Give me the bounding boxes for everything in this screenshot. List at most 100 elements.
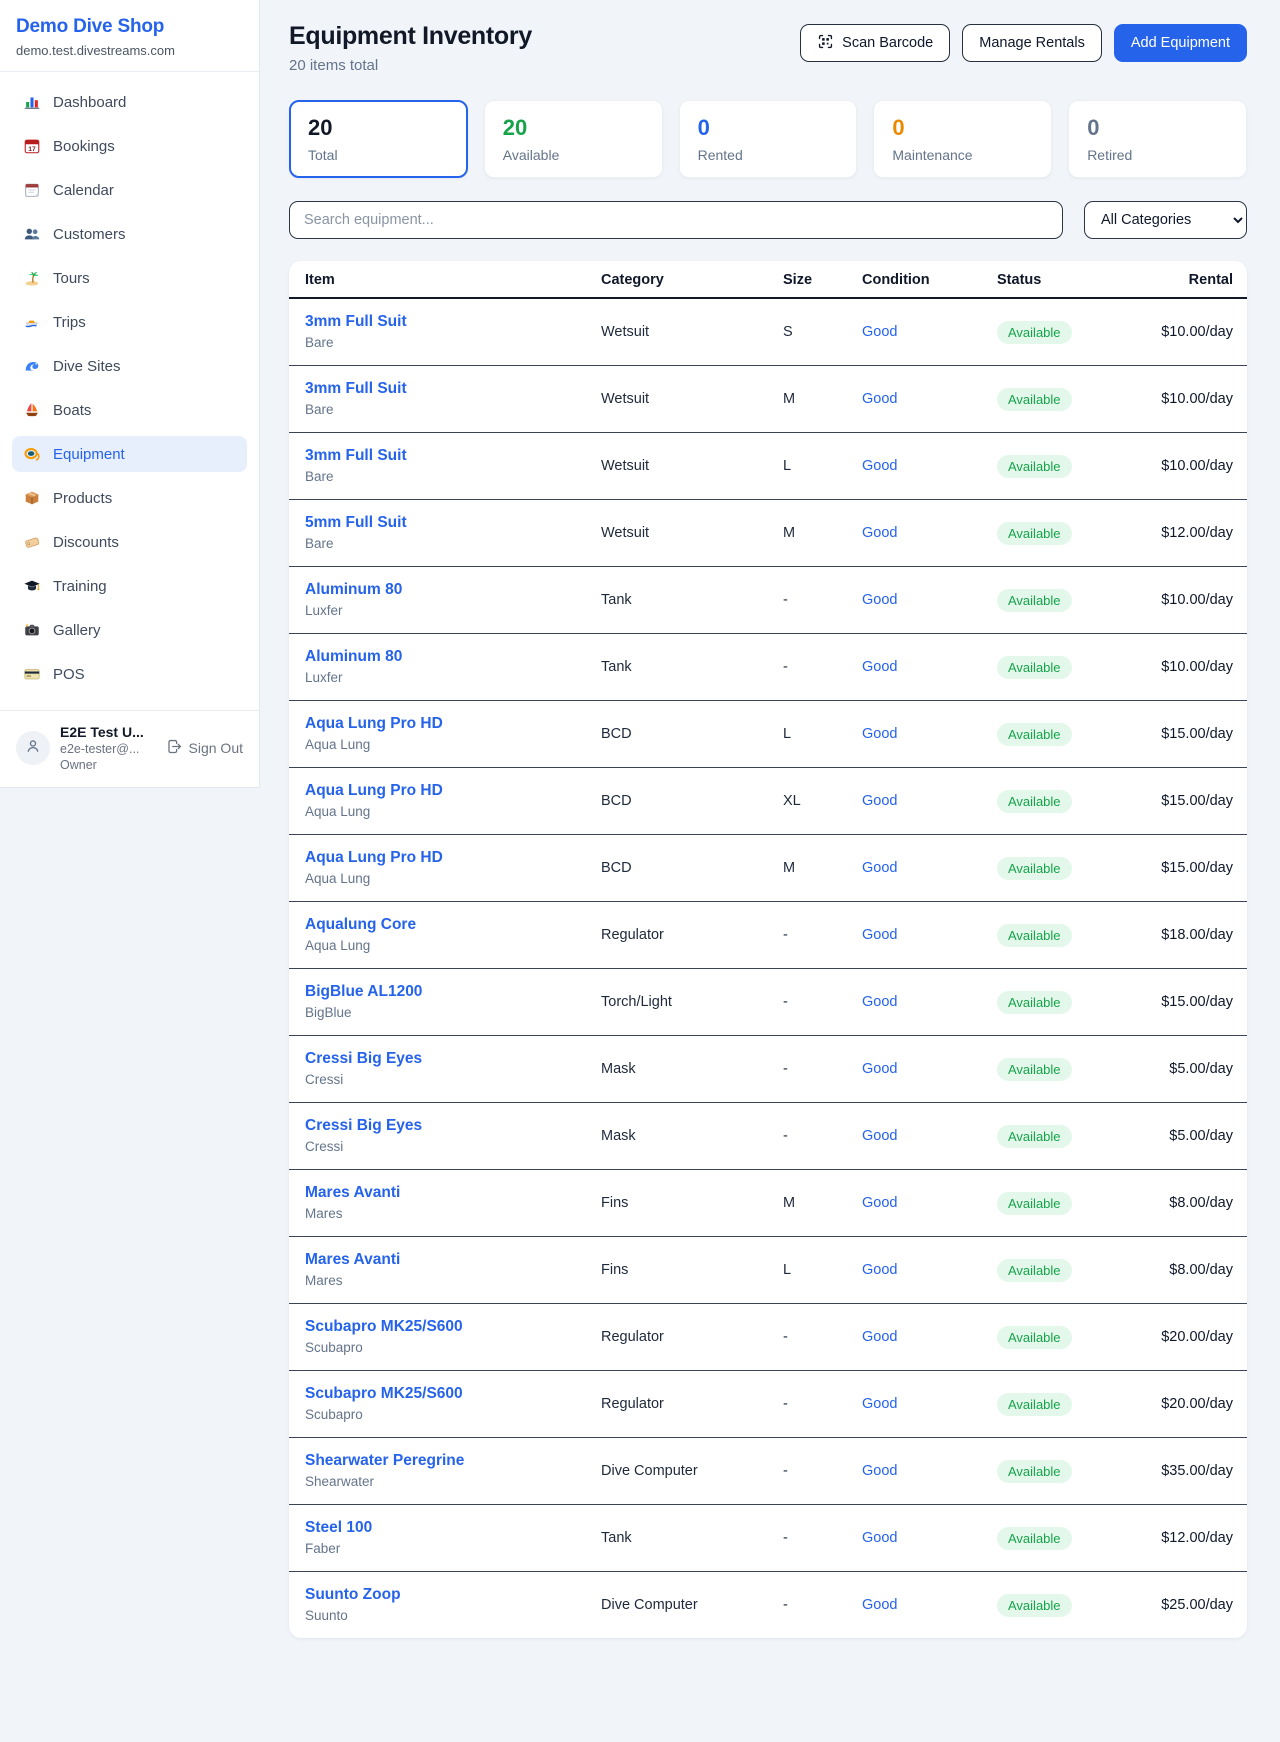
item-category: Dive Computer bbox=[585, 1438, 767, 1505]
stat-card-rented[interactable]: 0 Rented bbox=[679, 100, 858, 178]
item-name-link[interactable]: Aqua Lung Pro HD bbox=[305, 714, 569, 734]
col-status: Status bbox=[981, 261, 1117, 298]
sidebar-item-calendar[interactable]: Calendar bbox=[12, 172, 247, 208]
user-email: e2e-tester@... bbox=[60, 742, 156, 756]
item-name-link[interactable]: BigBlue AL1200 bbox=[305, 982, 569, 1002]
item-condition: Good bbox=[846, 768, 981, 835]
col-condition: Condition bbox=[846, 261, 981, 298]
item-brand: Bare bbox=[305, 468, 569, 486]
item-name-link[interactable]: 3mm Full Suit bbox=[305, 312, 569, 332]
scan-barcode-button[interactable]: Scan Barcode bbox=[800, 24, 950, 62]
sidebar-item-pos[interactable]: POS bbox=[12, 656, 247, 692]
item-name-link[interactable]: Aqualung Core bbox=[305, 915, 569, 935]
table-row: Cressi Big Eyes Cressi Mask - Good Avail… bbox=[289, 1036, 1247, 1103]
item-name-link[interactable]: Cressi Big Eyes bbox=[305, 1049, 569, 1069]
stat-value: 20 bbox=[503, 115, 644, 141]
stat-card-maintenance[interactable]: 0 Maintenance bbox=[873, 100, 1052, 178]
item-rental: $20.00/day bbox=[1117, 1371, 1247, 1438]
item-name-link[interactable]: Scubapro MK25/S600 bbox=[305, 1317, 569, 1337]
item-size: - bbox=[767, 1304, 846, 1371]
table-row: Aluminum 80 Luxfer Tank - Good Available… bbox=[289, 634, 1247, 701]
calendar-icon bbox=[22, 181, 41, 200]
sidebar-item-dashboard[interactable]: Dashboard bbox=[12, 84, 247, 120]
item-category: Dive Computer bbox=[585, 1572, 767, 1639]
item-category: Tank bbox=[585, 1505, 767, 1572]
sidebar-item-training[interactable]: Training bbox=[12, 568, 247, 604]
item-name-link[interactable]: Cressi Big Eyes bbox=[305, 1116, 569, 1136]
item-brand: Bare bbox=[305, 535, 569, 553]
item-brand: Bare bbox=[305, 401, 569, 419]
sidebar-item-products[interactable]: Products bbox=[12, 480, 247, 516]
sidebar-item-dive-sites[interactable]: Dive Sites bbox=[12, 348, 247, 384]
item-rental: $5.00/day bbox=[1117, 1036, 1247, 1103]
table-row: Aqua Lung Pro HD Aqua Lung BCD M Good Av… bbox=[289, 835, 1247, 902]
item-brand: Aqua Lung bbox=[305, 736, 569, 754]
stat-card-total[interactable]: 20 Total bbox=[289, 100, 468, 178]
filter-bar: All Categories bbox=[289, 201, 1247, 239]
item-brand: Mares bbox=[305, 1205, 569, 1223]
item-category: Wetsuit bbox=[585, 500, 767, 567]
status-badge: Available bbox=[997, 924, 1072, 947]
item-name-link[interactable]: Aqua Lung Pro HD bbox=[305, 781, 569, 801]
stat-card-retired[interactable]: 0 Retired bbox=[1068, 100, 1247, 178]
item-rental: $35.00/day bbox=[1117, 1438, 1247, 1505]
sidebar-item-bookings[interactable]: 17 Bookings bbox=[12, 128, 247, 164]
sidebar-item-label: Bookings bbox=[53, 138, 115, 155]
customers-icon bbox=[22, 225, 41, 244]
item-brand: Cressi bbox=[305, 1138, 569, 1156]
sidebar-item-equipment[interactable]: Equipment bbox=[12, 436, 247, 472]
item-category: Tank bbox=[585, 567, 767, 634]
item-name-link[interactable]: Aluminum 80 bbox=[305, 580, 569, 600]
item-category: Mask bbox=[585, 1103, 767, 1170]
item-name-link[interactable]: Mares Avanti bbox=[305, 1250, 569, 1270]
search-input[interactable] bbox=[289, 201, 1063, 239]
page-title-block: Equipment Inventory 20 items total bbox=[289, 22, 532, 74]
sidebar-item-trips[interactable]: Trips bbox=[12, 304, 247, 340]
category-select[interactable]: All Categories bbox=[1084, 201, 1247, 239]
sidebar-item-label: Dashboard bbox=[53, 94, 126, 111]
item-condition: Good bbox=[846, 433, 981, 500]
item-category: Tank bbox=[585, 634, 767, 701]
item-condition: Good bbox=[846, 1237, 981, 1304]
boats-icon bbox=[22, 401, 41, 420]
item-name-link[interactable]: 5mm Full Suit bbox=[305, 513, 569, 533]
item-name-link[interactable]: Mares Avanti bbox=[305, 1183, 569, 1203]
training-icon bbox=[22, 577, 41, 596]
table-row: Shearwater Peregrine Shearwater Dive Com… bbox=[289, 1438, 1247, 1505]
item-name-link[interactable]: Steel 100 bbox=[305, 1518, 569, 1538]
item-brand: Faber bbox=[305, 1540, 569, 1558]
item-rental: $15.00/day bbox=[1117, 969, 1247, 1036]
stat-card-available[interactable]: 20 Available bbox=[484, 100, 663, 178]
item-name-link[interactable]: Scubapro MK25/S600 bbox=[305, 1384, 569, 1404]
status-badge: Available bbox=[997, 1460, 1072, 1483]
manage-rentals-button[interactable]: Manage Rentals bbox=[962, 24, 1102, 62]
tours-icon bbox=[22, 269, 41, 288]
item-name-link[interactable]: Aqua Lung Pro HD bbox=[305, 848, 569, 868]
items-total: 20 items total bbox=[289, 57, 532, 74]
item-category: BCD bbox=[585, 835, 767, 902]
add-equipment-button[interactable]: Add Equipment bbox=[1114, 24, 1247, 62]
item-condition: Good bbox=[846, 1505, 981, 1572]
table-row: 3mm Full Suit Bare Wetsuit M Good Availa… bbox=[289, 366, 1247, 433]
sidebar-item-customers[interactable]: Customers bbox=[12, 216, 247, 252]
sign-out-button[interactable]: Sign Out bbox=[166, 738, 243, 758]
stat-label: Total bbox=[308, 147, 449, 163]
item-name-link[interactable]: 3mm Full Suit bbox=[305, 446, 569, 466]
item-name-link[interactable]: Shearwater Peregrine bbox=[305, 1451, 569, 1471]
item-name-link[interactable]: Suunto Zoop bbox=[305, 1585, 569, 1605]
item-category: BCD bbox=[585, 701, 767, 768]
sidebar-item-boats[interactable]: Boats bbox=[12, 392, 247, 428]
table-header: Item Category Size Condition Status Rent… bbox=[289, 261, 1247, 298]
person-icon bbox=[24, 737, 42, 760]
sidebar-item-gallery[interactable]: Gallery bbox=[12, 612, 247, 648]
main-content: Equipment Inventory 20 items total Scan … bbox=[261, 0, 1280, 1638]
item-name-link[interactable]: 3mm Full Suit bbox=[305, 379, 569, 399]
sidebar-item-tours[interactable]: Tours bbox=[12, 260, 247, 296]
sidebar-item-label: Training bbox=[53, 578, 107, 595]
item-size: S bbox=[767, 298, 846, 366]
svg-text:17: 17 bbox=[28, 146, 36, 153]
item-name-link[interactable]: Aluminum 80 bbox=[305, 647, 569, 667]
sidebar-item-discounts[interactable]: Discounts bbox=[12, 524, 247, 560]
discounts-icon bbox=[22, 533, 41, 552]
item-size: - bbox=[767, 634, 846, 701]
